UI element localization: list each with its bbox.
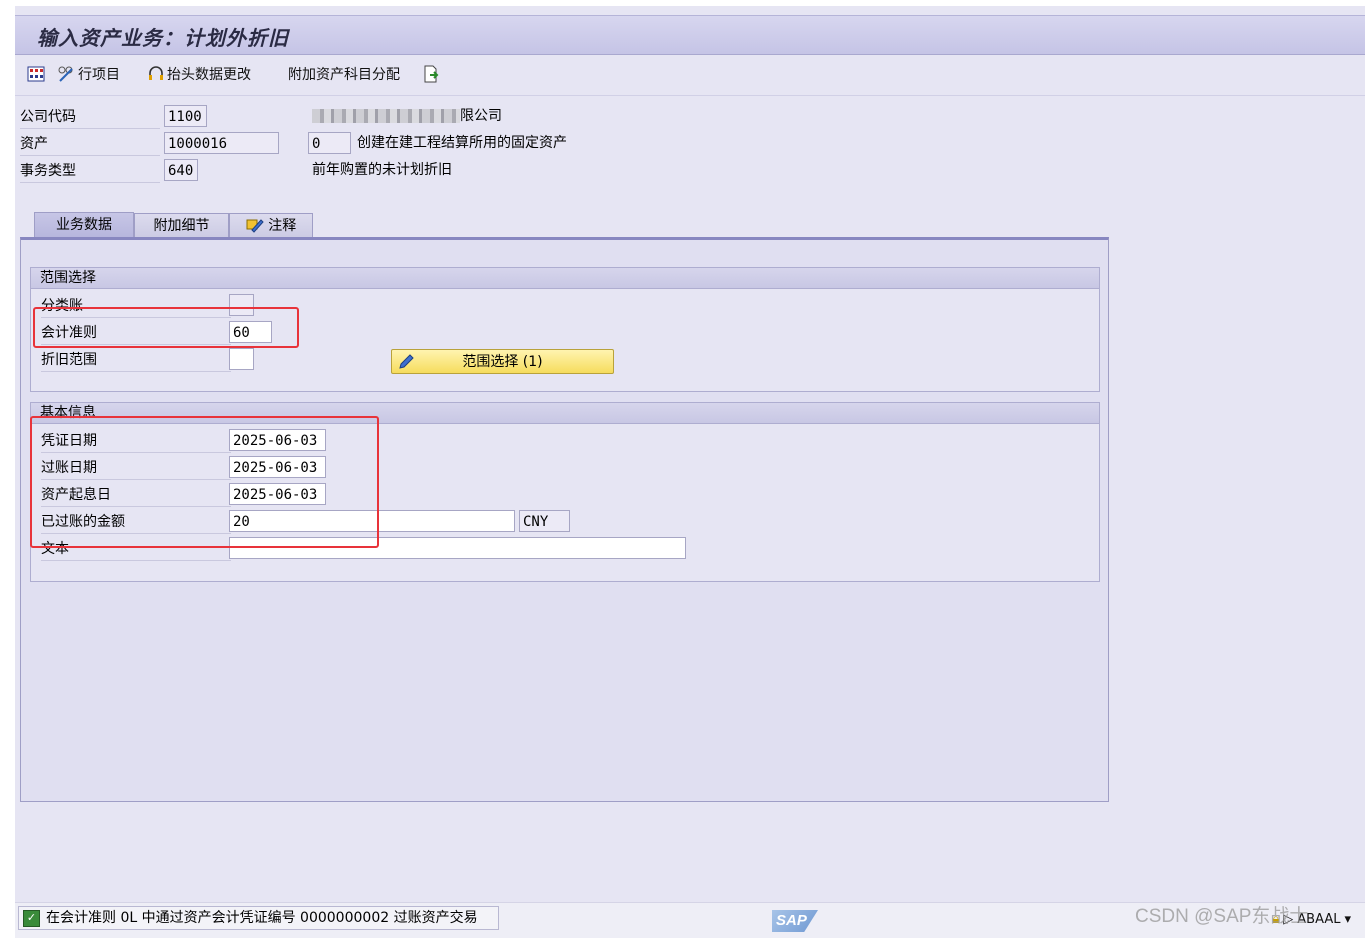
header-data-change-label: 抬头数据更改: [167, 67, 251, 83]
asset-value-date-label: 资产起息日: [41, 484, 231, 507]
status-message-text: 在会计准则 0L 中通过资产会计凭证编号 0000000002 过账资产交易: [46, 910, 478, 926]
tab-note[interactable]: 注释: [229, 213, 313, 239]
asset-label: 资产: [20, 133, 160, 156]
posted-amount-field[interactable]: 20: [229, 510, 515, 532]
watermark: CSDN @SAP东战士: [1135, 906, 1309, 927]
scope-selection-button-label: 范围选择 (1): [462, 354, 543, 370]
asset-subnumber-field[interactable]: 0: [308, 132, 351, 154]
document-date-label: 凭证日期: [41, 430, 231, 453]
success-check-icon: ✓: [23, 909, 40, 927]
line-items-button[interactable]: 行项目: [57, 63, 120, 85]
tab-business-data[interactable]: 业务数据: [34, 212, 134, 240]
pencil-icon: [399, 354, 414, 369]
depreciation-area-label: 折旧范围: [41, 349, 231, 372]
line-items-label: 行项目: [78, 67, 120, 83]
ledger-field[interactable]: [229, 294, 254, 316]
ledger-label: 分类账: [41, 295, 231, 318]
posting-date-label: 过账日期: [41, 457, 231, 480]
asset-value-date-field[interactable]: 2025-06-03: [229, 483, 326, 505]
transaction-type-field[interactable]: 640: [164, 159, 198, 181]
depreciation-area-field[interactable]: [229, 348, 254, 370]
tab-additional-details-label: 附加细节: [153, 218, 210, 234]
title-bar: 输入资产业务：计划外折旧: [15, 15, 1365, 55]
accounting-principle-field[interactable]: 60: [229, 321, 272, 343]
posted-amount-label: 已过账的金额: [41, 511, 231, 534]
company-name: 限公司: [312, 105, 502, 127]
add-account-assignment-button[interactable]: 附加资产科目分配: [288, 63, 400, 85]
blurred-company-name: [312, 109, 460, 123]
headphone-icon: [149, 66, 163, 80]
status-message[interactable]: ✓ 在会计准则 0L 中通过资产会计凭证编号 0000000002 过账资产交易: [18, 906, 499, 930]
sap-logo: SAP: [772, 910, 818, 932]
basic-info-group: 基本信息 凭证日期 2025-06-03 过账日期 2025-06-03 资产起…: [30, 402, 1100, 582]
scope-selection-title: 范围选择: [31, 268, 1099, 289]
scope-selection-group: 范围选择 分类账 会计准则 60 折旧范围 范围选择 (1): [30, 267, 1100, 392]
scope-selection-button[interactable]: 范围选择 (1): [391, 349, 614, 374]
asset-description: 创建在建工程结算所用的固定资产: [357, 135, 567, 151]
header-data-change-button[interactable]: 抬头数据更改: [147, 63, 251, 85]
add-account-assignment-label: 附加资产科目分配: [288, 67, 400, 83]
transaction-type-description: 前年购置的未计划折旧: [312, 162, 452, 178]
company-name-suffix: 限公司: [460, 108, 502, 124]
line-items-icon: [58, 66, 73, 82]
export-button[interactable]: [422, 63, 440, 85]
asset-number-field[interactable]: 1000016: [164, 132, 279, 154]
company-code-field[interactable]: 1100: [164, 105, 207, 127]
company-code-label: 公司代码: [20, 106, 160, 129]
tab-note-label: 注释: [268, 218, 297, 234]
posting-date-field[interactable]: 2025-06-03: [229, 456, 326, 478]
overview-button[interactable]: [27, 63, 45, 85]
text-label: 文本: [41, 538, 231, 561]
tab-business-data-label: 业务数据: [56, 217, 112, 233]
export-document-icon: [424, 65, 439, 83]
accounting-principle-label: 会计准则: [41, 322, 231, 345]
text-field[interactable]: [229, 537, 686, 559]
transaction-type-label: 事务类型: [20, 160, 160, 183]
basic-info-title: 基本信息: [31, 403, 1099, 424]
window-title: 输入资产业务：计划外折旧: [37, 26, 289, 50]
application-toolbar: 行项目 抬头数据更改 附加资产科目分配: [15, 55, 1365, 96]
document-date-field[interactable]: 2025-06-03: [229, 429, 326, 451]
tab-additional-details[interactable]: 附加细节: [134, 213, 229, 239]
tab-panel-business-data: 范围选择 分类账 会计准则 60 折旧范围 范围选择 (1) 基本信息 凭证日期…: [20, 237, 1109, 802]
currency-field[interactable]: CNY: [519, 510, 570, 532]
dropdown-icon: ▾: [1344, 912, 1351, 927]
overview-icon: [27, 66, 45, 82]
note-pencil-icon: [246, 219, 264, 233]
